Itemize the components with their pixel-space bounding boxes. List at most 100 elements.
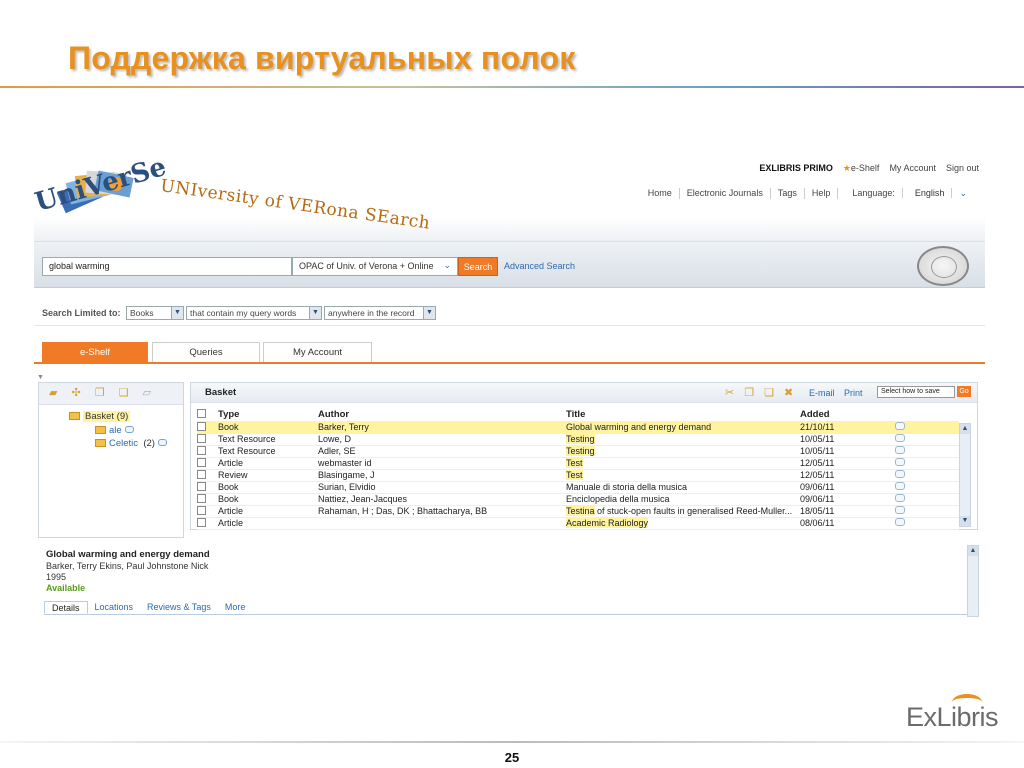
- search-input[interactable]: global warming: [42, 257, 292, 276]
- comment-icon[interactable]: [895, 434, 905, 442]
- table-row[interactable]: Article Academic Radiology 08/06/11: [197, 517, 959, 530]
- logo-tagline: UNIversity of VERona SEarch: [159, 176, 432, 234]
- copy-folder-icon[interactable]: ❐: [95, 386, 105, 401]
- new-folder-icon[interactable]: ▰: [49, 386, 57, 401]
- col-author[interactable]: Author: [318, 407, 566, 421]
- row-checkbox[interactable]: [197, 482, 206, 491]
- sign-out-link[interactable]: Sign out: [946, 163, 979, 174]
- row-title[interactable]: Testing: [566, 433, 800, 446]
- col-type[interactable]: Type: [218, 407, 318, 421]
- row-title[interactable]: Testina of stuck-open faults in generali…: [566, 505, 800, 518]
- row-title[interactable]: Test: [566, 469, 800, 482]
- row-author: [318, 517, 566, 530]
- row-author: Lowe, D: [318, 433, 566, 446]
- delete-icon[interactable]: ✖: [784, 386, 793, 399]
- tab-eshelf[interactable]: e-Shelf: [42, 342, 148, 362]
- row-checkbox[interactable]: [197, 470, 206, 479]
- scroll-up-icon[interactable]: ▲: [960, 424, 970, 434]
- folder-icon: [95, 439, 106, 447]
- match-value: that contain my query words: [190, 308, 297, 318]
- basket-panel: Basket ✂ ❐ ❏ ✖ E-mail Print Select how t…: [190, 382, 978, 530]
- comment-icon[interactable]: [895, 421, 905, 430]
- comment-icon[interactable]: [895, 470, 905, 478]
- universe-logo: UniVerSe UNIversity of VERona SEarch: [34, 160, 460, 240]
- collapse-triangle-icon[interactable]: ▼: [37, 374, 44, 381]
- row-title[interactable]: Test: [566, 457, 800, 470]
- table-row[interactable]: Book Nattiez, Jean-Jacques Enciclopedia …: [197, 493, 959, 506]
- scope-select[interactable]: OPAC of Univ. of Verona + Online ⌄: [292, 257, 458, 276]
- table-row[interactable]: Review Blasingame, J Test 12/05/11: [197, 469, 959, 482]
- delete-folder-icon[interactable]: ▱: [142, 386, 150, 401]
- folder-ale[interactable]: ale: [95, 425, 134, 436]
- folder-basket[interactable]: Basket (9): [69, 411, 131, 422]
- table-row[interactable]: Article Rahaman, H ; Das, DK ; Bhattacha…: [197, 505, 959, 518]
- row-title[interactable]: Academic Radiology: [566, 517, 800, 530]
- table-row[interactable]: Text Resource Lowe, D Testing 10/05/11: [197, 433, 959, 446]
- comment-icon[interactable]: [895, 458, 905, 466]
- row-checkbox[interactable]: [197, 434, 206, 443]
- folder-celetic[interactable]: Celetic (2): [95, 438, 167, 449]
- table-row[interactable]: Book Barker, Terry Global warming and en…: [197, 421, 959, 434]
- col-added[interactable]: Added: [800, 407, 895, 421]
- row-title[interactable]: Manuale di storia della musica: [566, 481, 800, 494]
- my-account-link[interactable]: My Account: [889, 163, 936, 174]
- nav-tags[interactable]: Tags: [771, 188, 805, 199]
- tab-locations[interactable]: Locations: [88, 601, 141, 614]
- row-checkbox[interactable]: [197, 506, 206, 515]
- tab-my-account[interactable]: My Account: [263, 342, 372, 362]
- col-title[interactable]: Title: [566, 407, 800, 421]
- paste-folder-icon[interactable]: ❏: [119, 386, 129, 401]
- cut-folder-icon[interactable]: ✣: [71, 386, 80, 401]
- go-button[interactable]: Go: [957, 386, 971, 397]
- nav-home[interactable]: Home: [641, 188, 680, 199]
- comment-icon[interactable]: [895, 506, 905, 514]
- table-row[interactable]: Book Surian, Elvidio Manuale di storia d…: [197, 481, 959, 494]
- row-title[interactable]: Global warming and energy demand: [566, 421, 800, 434]
- folder-icon: [69, 412, 80, 420]
- tab-queries[interactable]: Queries: [152, 342, 260, 362]
- tab-more[interactable]: More: [218, 601, 253, 614]
- field-select[interactable]: anywhere in the record ▼: [324, 306, 436, 320]
- advanced-search-link[interactable]: Advanced Search: [504, 261, 575, 271]
- type-select[interactable]: Books ▼: [126, 306, 184, 320]
- search-button[interactable]: Search: [458, 257, 498, 276]
- tab-details[interactable]: Details: [44, 601, 88, 614]
- select-all-checkbox[interactable]: [197, 408, 206, 418]
- paste-icon[interactable]: ❏: [764, 386, 774, 399]
- row-title[interactable]: Testing: [566, 445, 800, 458]
- table-row[interactable]: Article webmaster id Test 12/05/11: [197, 457, 959, 470]
- scroll-up-icon[interactable]: ▲: [968, 546, 978, 556]
- print-link[interactable]: Print: [844, 388, 863, 398]
- email-link[interactable]: E-mail: [809, 388, 835, 398]
- eshelf-link[interactable]: ★e-Shelf: [843, 163, 880, 174]
- save-select[interactable]: Select how to save: [877, 386, 955, 398]
- scroll-down-icon[interactable]: ▼: [960, 516, 970, 526]
- table-row[interactable]: Text Resource Adler, SE Testing 10/05/11: [197, 445, 959, 458]
- nav-help[interactable]: Help: [805, 188, 839, 199]
- row-checkbox[interactable]: [197, 518, 206, 527]
- row-author: Nattiez, Jean-Jacques: [318, 493, 566, 506]
- row-title[interactable]: Enciclopedia della musica: [566, 493, 800, 506]
- detail-scrollbar[interactable]: ▲: [967, 545, 979, 617]
- row-checkbox[interactable]: [197, 446, 206, 455]
- row-checkbox[interactable]: [197, 494, 206, 503]
- folder-toolbar: ▰ ✣ ❐ ❏ ▱: [39, 383, 183, 405]
- row-checkbox[interactable]: [197, 421, 206, 431]
- language-selector[interactable]: Language: English ⌄: [838, 188, 981, 199]
- row-checkbox[interactable]: [197, 458, 206, 467]
- title-divider: [0, 86, 1024, 88]
- comment-icon[interactable]: [895, 482, 905, 490]
- comment-icon[interactable]: [895, 494, 905, 502]
- copy-icon[interactable]: ❐: [744, 386, 754, 399]
- university-seal-icon: [917, 246, 969, 286]
- detail-title[interactable]: Global warming and energy demand: [46, 549, 210, 560]
- nav-electronic-journals[interactable]: Electronic Journals: [680, 188, 771, 199]
- row-added: 10/05/11: [800, 433, 895, 446]
- match-select[interactable]: that contain my query words ▼: [186, 306, 322, 320]
- cut-icon[interactable]: ✂: [725, 386, 734, 399]
- availability-status[interactable]: Available: [46, 583, 85, 593]
- comment-icon[interactable]: [895, 446, 905, 454]
- tab-reviews-tags[interactable]: Reviews & Tags: [140, 601, 218, 614]
- basket-scrollbar[interactable]: ▲ ▼: [959, 423, 971, 527]
- comment-icon[interactable]: [895, 518, 905, 526]
